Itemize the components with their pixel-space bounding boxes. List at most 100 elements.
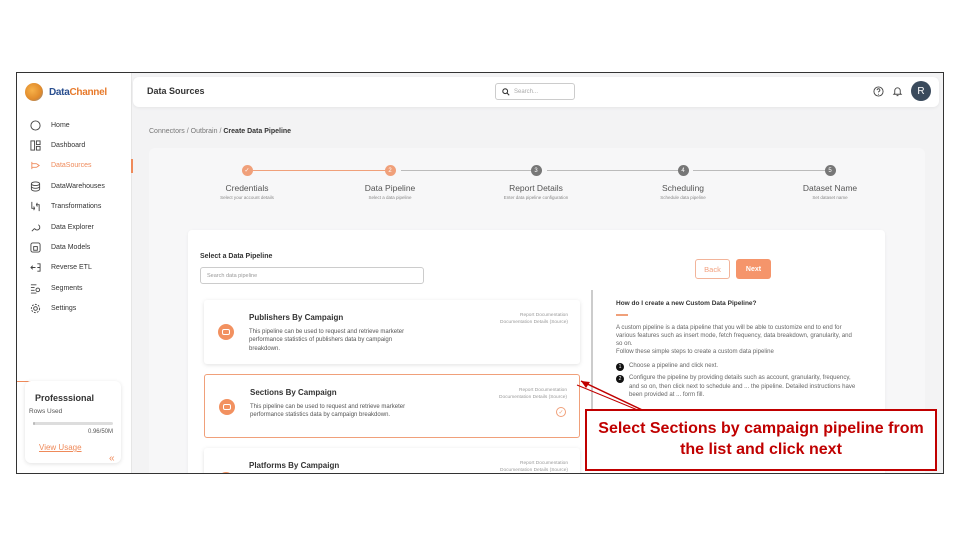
help-step: 2 Configure the pipeline by providing det… (616, 374, 856, 399)
top-bar-actions: R (873, 81, 931, 101)
step-title: Scheduling (661, 183, 705, 193)
database-icon (29, 180, 41, 192)
breadcrumb: Connectors / Outbrain / Create Data Pipe… (149, 128, 291, 135)
sidebar-item-datasources[interactable]: DataSources (17, 156, 133, 176)
sidebar-item-datawarehouses[interactable]: DataWarehouses (17, 176, 132, 196)
page-title: Data Sources (147, 86, 205, 96)
pipeline-icon (219, 399, 235, 415)
search-icon (502, 87, 510, 96)
step-number-badge: 2 (616, 375, 624, 384)
global-search-input[interactable]: Search... (495, 83, 575, 100)
bell-icon[interactable] (892, 86, 903, 97)
view-usage-link[interactable]: View Usage (39, 443, 82, 452)
sidebar-item-settings[interactable]: Settings (17, 299, 132, 319)
sidebar-item-label: Data Explorer (51, 223, 94, 231)
sidebar-item-label: Transformations (51, 203, 102, 211)
pipeline-item-platforms-by-campaign[interactable]: Platforms By Campaign Report Documentati… (204, 448, 580, 473)
step-dataset-name[interactable]: 5 Dataset Name Set dataset name (760, 165, 900, 200)
segments-icon (29, 282, 41, 294)
sidebar-item-label: Dashboard (51, 142, 86, 150)
help-step-text: Configure the pipeline by providing deta… (629, 374, 856, 398)
step-subtitle: Select your account details (220, 195, 274, 200)
report-documentation-link[interactable]: Report Documentation (500, 460, 568, 467)
rows-used-label: Rows Used (29, 408, 63, 415)
dashboard-icon (29, 140, 41, 152)
sidebar-item-dashboard[interactable]: Dashboard (17, 135, 132, 155)
top-bar: Data Sources Search... R (133, 77, 939, 107)
sidebar-item-label: Home (51, 121, 70, 129)
step-number: 3 (530, 165, 542, 176)
pipeline-search-input[interactable]: Search data pipeline (200, 267, 424, 284)
sidebar-item-label: Settings (51, 305, 77, 313)
step-number-badge: 1 (616, 363, 624, 372)
pipeline-item-publishers-by-campaign[interactable]: Publishers By Campaign This pipeline can… (204, 300, 580, 364)
pipeline-item-sections-by-campaign[interactable]: Sections By Campaign This pipeline can b… (204, 374, 580, 438)
step-report-details[interactable]: 3 Report Details Enter data pipeline con… (466, 165, 606, 200)
pipeline-doc-links: Report Documentation Documentation Detai… (500, 312, 568, 326)
help-question: How do I create a new Custom Data Pipeli… (616, 300, 757, 307)
back-button[interactable]: Back (695, 259, 730, 279)
sidebar-item-reverse-etl[interactable]: Reverse ETL (17, 258, 132, 278)
pipeline-doc-links: Report Documentation Documentation Detai… (500, 460, 568, 473)
next-button[interactable]: Next (736, 259, 771, 279)
select-pipeline-label: Select a Data Pipeline (200, 253, 273, 260)
breadcrumb-outbrain[interactable]: Outbrain (191, 128, 218, 135)
logo[interactable]: DataChannel (25, 83, 107, 101)
breadcrumb-current: Create Data Pipeline (223, 128, 292, 135)
help-step: 1 Choose a pipeline and click next. (616, 362, 856, 372)
step-credentials[interactable]: ✓ Credentials Select your account detail… (177, 165, 317, 200)
report-documentation-link[interactable]: Report Documentation (499, 387, 567, 394)
help-icon[interactable] (873, 85, 884, 97)
step-number: 2 (384, 165, 396, 176)
step-title: Report Details (509, 183, 563, 193)
documentation-details-link[interactable]: Documentation Details (Source) (499, 394, 567, 401)
help-intro: Follow these simple steps to create a cu… (616, 348, 774, 356)
breadcrumb-connectors[interactable]: Connectors (149, 128, 185, 135)
plan-card: Professsional Rows Used 0.96/50M View Us… (25, 381, 121, 463)
sidebar-item-transformations[interactable]: Transformations (17, 197, 132, 217)
step-number: 5 (824, 165, 836, 176)
documentation-details-link[interactable]: Documentation Details (Source) (500, 319, 568, 326)
step-subtitle: Select a data pipeline (368, 195, 412, 200)
reverse-etl-icon (29, 262, 41, 274)
report-documentation-link[interactable]: Report Documentation (500, 312, 568, 319)
sidebar-item-data-models[interactable]: Data Models (17, 237, 132, 257)
pipeline-icon (218, 324, 234, 340)
explorer-icon (29, 221, 41, 233)
pipeline-description: This pipeline can be used to request and… (250, 404, 406, 419)
documentation-details-link[interactable]: Documentation Details (Source) (500, 467, 568, 473)
sidebar: DataChannel Home Dashboard DataSources D… (17, 73, 133, 473)
app-window: DataChannel Home Dashboard DataSources D… (16, 72, 944, 474)
plan-title: Professsional (35, 393, 95, 403)
pipeline-title: Publishers By Campaign (249, 313, 344, 322)
usage-progress-fill (33, 422, 35, 425)
datasources-icon (29, 160, 41, 172)
pipeline-title: Platforms By Campaign (249, 461, 340, 470)
gear-icon (29, 303, 41, 315)
sidebar-item-label: DataSources (51, 162, 92, 170)
transform-icon (29, 201, 41, 213)
help-paragraph: A custom pipeline is a data pipeline tha… (616, 323, 852, 347)
breadcrumb-separator: / (186, 128, 189, 135)
step-data-pipeline[interactable]: 2 Data Pipeline Select a data pipeline (320, 165, 460, 200)
sidebar-item-data-explorer[interactable]: Data Explorer (17, 217, 132, 237)
help-accent-bar (616, 314, 628, 316)
collapse-sidebar-icon[interactable]: « (109, 453, 115, 464)
usage-value: 0.96/50M (87, 429, 113, 435)
step-title: Credentials (225, 183, 269, 193)
step-subtitle: Enter data pipeline configuration (503, 195, 569, 200)
usage-progress-bar (33, 422, 113, 425)
step-scheduling[interactable]: 4 Scheduling Schedule data pipeline (613, 165, 753, 200)
help-step-text: Choose a pipeline and click next. (629, 362, 719, 370)
sidebar-item-label: Segments (51, 284, 83, 292)
breadcrumb-separator: / (219, 128, 222, 135)
step-number: 4 (677, 165, 689, 176)
pipeline-doc-links: Report Documentation Documentation Detai… (499, 387, 567, 401)
sidebar-item-label: Reverse ETL (51, 264, 92, 272)
sidebar-item-segments[interactable]: Segments (17, 278, 132, 298)
avatar[interactable]: R (911, 81, 931, 101)
models-icon (29, 242, 41, 254)
selected-check-icon: ✓ (556, 407, 566, 417)
sidebar-item-home[interactable]: Home (17, 115, 132, 135)
logo-text: DataChannel (49, 86, 107, 98)
